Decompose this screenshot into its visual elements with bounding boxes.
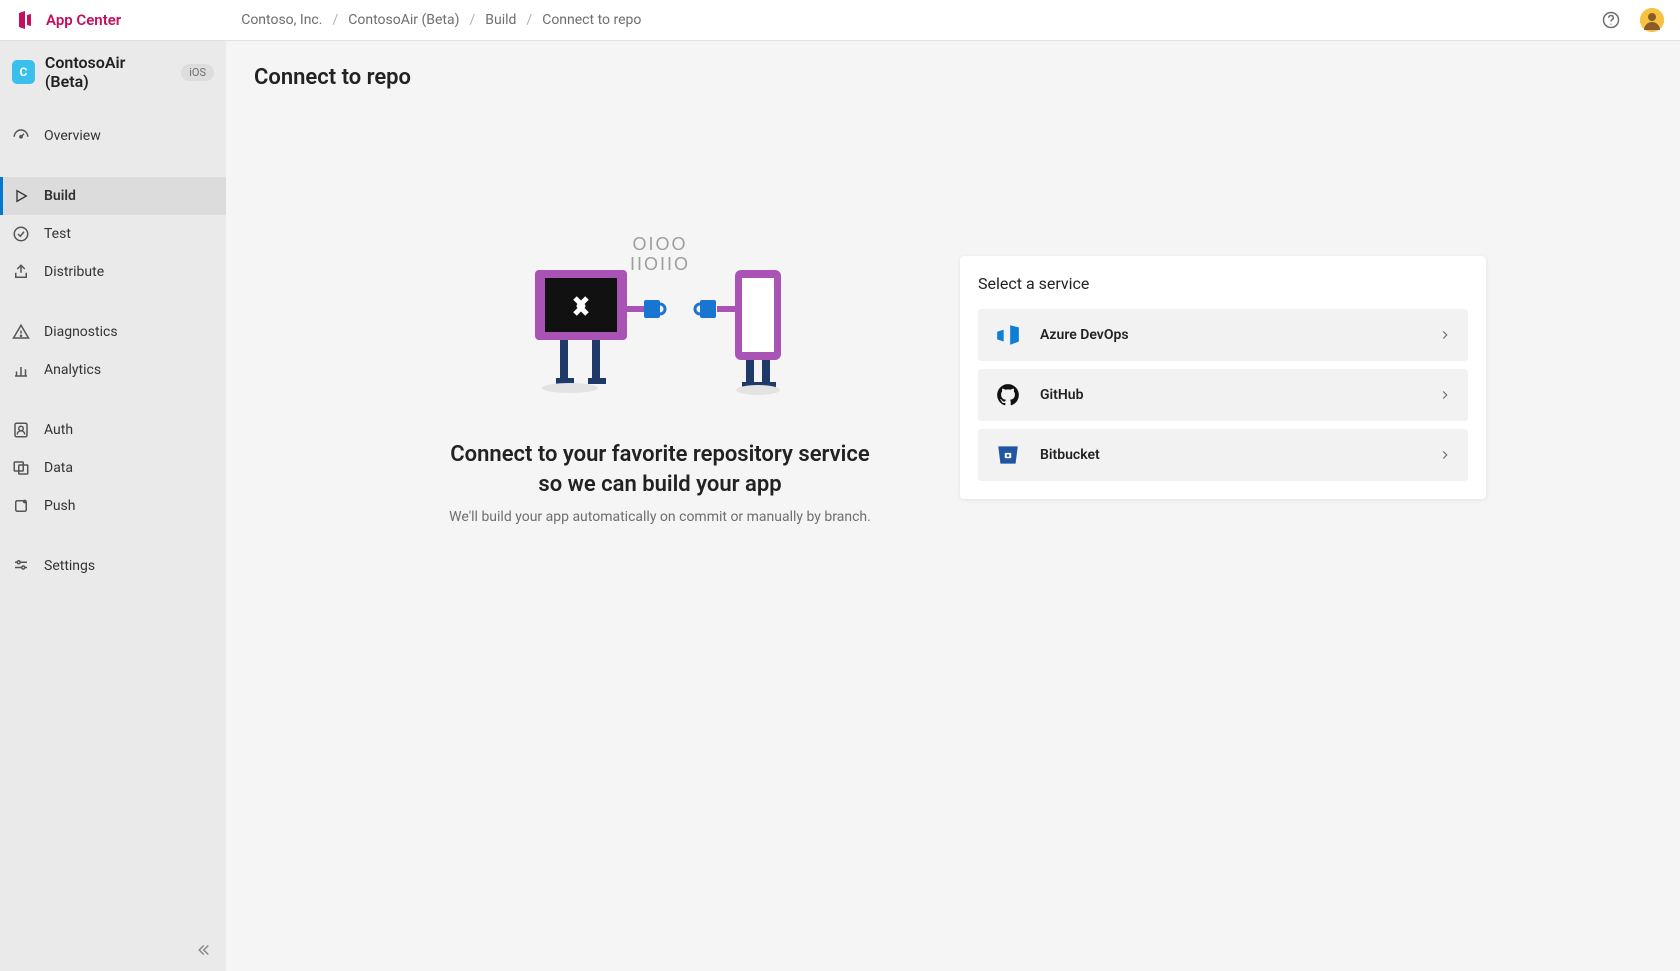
play-icon <box>12 187 30 205</box>
sidebar-item-label: Analytics <box>44 362 101 378</box>
sidebar-item-diagnostics[interactable]: Diagnostics <box>0 313 226 351</box>
empty-subtext: We'll build your app automatically on co… <box>420 509 900 525</box>
select-service-card: Select a service Azure DevOps GitHub <box>960 256 1486 499</box>
service-label: Bitbucket <box>1040 447 1438 463</box>
breadcrumb-separator: / <box>526 12 532 28</box>
sidebar-item-label: Settings <box>44 558 95 574</box>
sidebar-item-label: Data <box>44 460 73 476</box>
sidebar-item-label: Distribute <box>44 264 104 280</box>
brand[interactable]: App Center <box>16 10 121 30</box>
sidebar-item-label: Test <box>44 226 71 242</box>
chevron-right-icon <box>1438 448 1452 462</box>
nav: Overview Build Test <box>0 103 226 607</box>
azure-devops-icon <box>994 321 1022 349</box>
service-item-azure-devops[interactable]: Azure DevOps <box>978 309 1468 361</box>
sidebar-item-label: Auth <box>44 422 73 438</box>
page-title: Connect to repo <box>254 65 1652 90</box>
breadcrumb-separator: / <box>469 12 475 28</box>
push-icon <box>12 497 30 515</box>
svg-text:IIOIIO: IIOIIO <box>630 254 690 274</box>
service-item-bitbucket[interactable]: Bitbucket <box>978 429 1468 481</box>
breadcrumb-item[interactable]: Connect to repo <box>542 12 641 28</box>
sidebar-item-overview[interactable]: Overview <box>0 117 226 155</box>
bar-chart-icon <box>12 361 30 379</box>
main-content: Connect to repo OIOO IIOIIO <box>226 41 1680 971</box>
sidebar-item-label: Overview <box>44 128 101 144</box>
sidebar-item-label: Build <box>44 188 76 204</box>
sidebar-item-auth[interactable]: Auth <box>0 411 226 449</box>
svg-text:OIOO: OIOO <box>632 234 687 254</box>
app-header[interactable]: C ContosoAir (Beta) iOS <box>0 41 226 103</box>
sidebar-item-build[interactable]: Build <box>0 177 226 215</box>
connect-illustration: OIOO IIOIIO <box>420 230 900 400</box>
topbar: App Center Contoso, Inc. / ContosoAir (B… <box>0 0 1680 41</box>
platform-pill: iOS <box>181 64 214 81</box>
sidebar-item-data[interactable]: Data <box>0 449 226 487</box>
bitbucket-icon <box>994 441 1022 469</box>
app-badge: C <box>12 60 35 84</box>
gauge-icon <box>12 127 30 145</box>
data-icon <box>12 459 30 477</box>
help-icon[interactable] <box>1602 11 1620 29</box>
sidebar: C ContosoAir (Beta) iOS Overview Build <box>0 41 226 971</box>
breadcrumb-item[interactable]: Build <box>485 12 516 28</box>
service-item-github[interactable]: GitHub <box>978 369 1468 421</box>
sidebar-item-analytics[interactable]: Analytics <box>0 351 226 389</box>
github-icon <box>994 381 1022 409</box>
app-name: ContosoAir (Beta) <box>45 53 167 91</box>
service-label: Azure DevOps <box>1040 327 1438 343</box>
warning-icon <box>12 323 30 341</box>
card-title: Select a service <box>978 274 1468 293</box>
sidebar-item-settings[interactable]: Settings <box>0 547 226 585</box>
breadcrumb: Contoso, Inc. / ContosoAir (Beta) / Buil… <box>241 12 641 28</box>
user-avatar[interactable] <box>1640 8 1664 32</box>
chevron-right-icon <box>1438 388 1452 402</box>
empty-state: OIOO IIOIIO <box>420 230 900 525</box>
brand-name: App Center <box>46 11 121 29</box>
user-badge-icon <box>12 421 30 439</box>
empty-heading: Connect to your favorite repository serv… <box>420 440 900 499</box>
sidebar-item-label: Diagnostics <box>44 324 118 340</box>
sidebar-item-label: Push <box>44 498 76 514</box>
sliders-icon <box>12 557 30 575</box>
sidebar-item-push[interactable]: Push <box>0 487 226 525</box>
collapse-sidebar-button[interactable] <box>194 941 212 959</box>
breadcrumb-separator: / <box>332 12 338 28</box>
app-center-logo-icon <box>16 10 36 30</box>
sidebar-item-distribute[interactable]: Distribute <box>0 253 226 291</box>
check-circle-icon <box>12 225 30 243</box>
chevron-right-icon <box>1438 328 1452 342</box>
service-label: GitHub <box>1040 387 1438 403</box>
distribute-icon <box>12 263 30 281</box>
breadcrumb-item[interactable]: Contoso, Inc. <box>241 12 322 28</box>
sidebar-item-test[interactable]: Test <box>0 215 226 253</box>
breadcrumb-item[interactable]: ContosoAir (Beta) <box>348 12 459 28</box>
